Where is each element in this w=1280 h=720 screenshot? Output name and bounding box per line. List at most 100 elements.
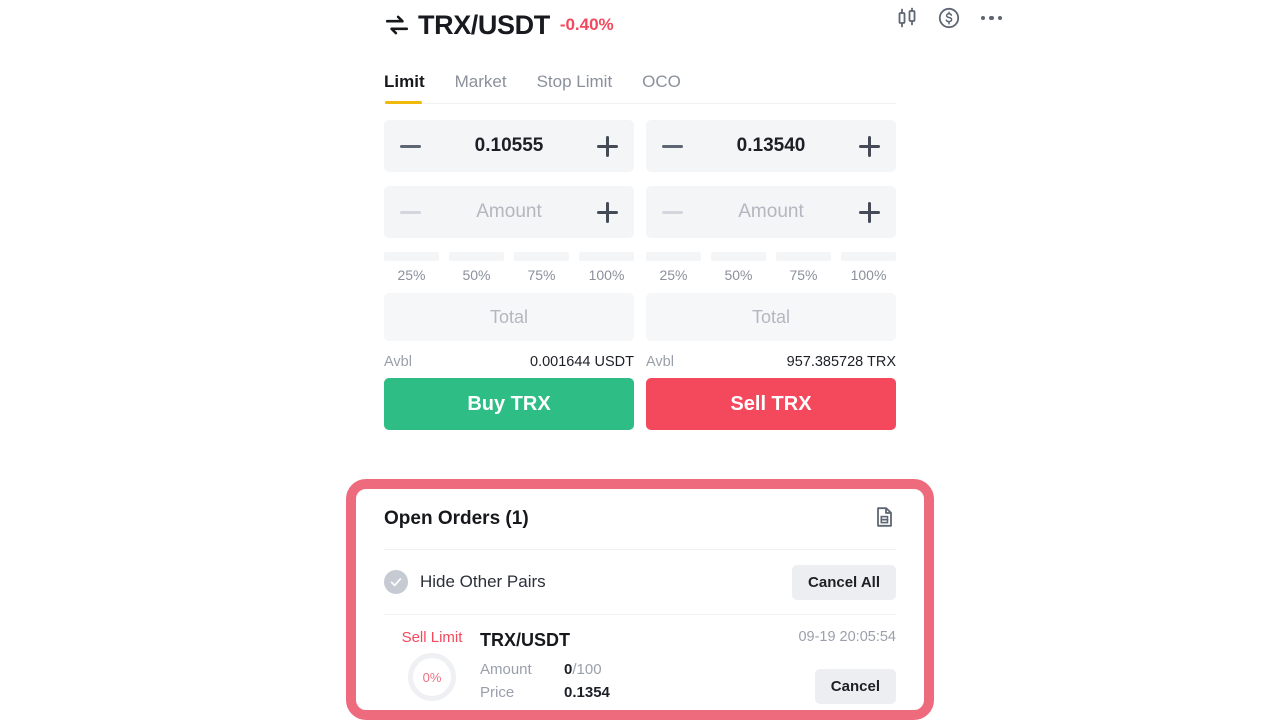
buy-percent-100-label: 100% — [588, 267, 625, 283]
sell-button[interactable]: Sell TRX — [646, 378, 896, 430]
buy-price-decrement-icon[interactable] — [400, 144, 421, 148]
order-side-column: Sell Limit 0% — [384, 629, 480, 701]
dollar-circle-icon[interactable] — [937, 6, 961, 30]
tab-stop-limit[interactable]: Stop Limit — [537, 72, 613, 103]
order-side-label: Sell Limit — [401, 629, 463, 646]
order-fill-percent: 0% — [422, 669, 442, 685]
buy-percent-50-label: 50% — [462, 267, 491, 283]
order-price-label: Price — [480, 684, 515, 701]
sell-amount-decrement-icon[interactable] — [662, 210, 683, 214]
buy-available-row: Avbl 0.001644 USDT — [384, 354, 634, 370]
tab-active-indicator — [385, 101, 422, 104]
pair-change-percent: -0.40% — [559, 15, 614, 34]
buy-percent-75-label: 75% — [527, 267, 556, 283]
open-orders-header: Open Orders (1) — [384, 489, 896, 549]
buy-amount-increment-icon[interactable] — [597, 201, 618, 223]
swap-arrows-icon[interactable] — [384, 12, 410, 38]
order-price-value: 0.1354 — [564, 684, 610, 701]
cancel-order-button[interactable]: Cancel — [814, 669, 896, 704]
order-amount-row: Amount 0/100 — [480, 658, 746, 681]
order-amount-label: Amount — [480, 661, 532, 678]
tab-market[interactable]: Market — [455, 72, 507, 103]
sell-amount-input[interactable]: Amount — [683, 201, 859, 223]
buy-amount-input[interactable]: Amount — [421, 201, 597, 223]
cancel-all-button[interactable]: Cancel All — [792, 564, 896, 600]
sell-percent-75[interactable]: 75% — [776, 252, 831, 283]
buy-price-value[interactable]: 0.10555 — [421, 135, 597, 157]
order-amount-total: /100 — [572, 661, 602, 678]
order-price-row: Price 0.1354 — [480, 681, 746, 704]
buy-amount-decrement-icon[interactable] — [400, 210, 421, 214]
buy-percent-100-bar — [579, 252, 634, 261]
buy-percent-25-label: 25% — [397, 267, 426, 283]
order-amount-value: 0/100 — [564, 658, 602, 681]
candlestick-chart-icon[interactable] — [895, 6, 919, 30]
open-orders-title: Open Orders (1) — [384, 508, 529, 529]
buy-available-value: 0.001644 USDT — [530, 354, 634, 370]
sell-percent-100-label: 100% — [850, 267, 887, 283]
order-timestamp: 09-19 20:05:54 — [798, 629, 896, 645]
hide-other-pairs-label: Hide Other Pairs — [420, 572, 546, 591]
buy-price-field[interactable]: 0.10555 — [384, 120, 634, 172]
sell-percent-50-label: 50% — [724, 267, 753, 283]
more-options-icon[interactable] — [979, 15, 1005, 21]
order-entry-stage: TRX/USDT -0.40% Limit Market Stop Limit … — [384, 0, 1002, 430]
order-type-tabs: Limit Market Stop Limit OCO — [384, 62, 896, 104]
tab-oco[interactable]: OCO — [642, 72, 681, 103]
tab-limit[interactable]: Limit — [384, 72, 425, 104]
sell-percent-25-label: 25% — [659, 267, 688, 283]
sell-percent-25-bar — [646, 252, 701, 261]
sell-percent-50-bar — [711, 252, 766, 261]
order-history-document-icon[interactable] — [872, 505, 896, 534]
order-form: 0.10555 Amount 25% 50% 75% 100% Total Av… — [384, 120, 896, 430]
buy-percent-100[interactable]: 100% — [579, 252, 634, 283]
sell-available-label: Avbl — [646, 354, 674, 370]
buy-available-label: Avbl — [384, 354, 412, 370]
open-orders-filter-row: Hide Other Pairs Cancel All — [384, 550, 896, 614]
sell-price-increment-icon[interactable] — [859, 135, 880, 157]
sell-percent-100-bar — [841, 252, 896, 261]
open-orders-panel: Open Orders (1) Hide Other Pairs Cancel … — [346, 479, 934, 720]
buy-percent-group: 25% 50% 75% 100% — [384, 252, 634, 283]
sell-column: 0.13540 Amount 25% 50% 75% 100% Total Av… — [646, 120, 896, 430]
order-details-column: TRX/USDT Amount 0/100 Price 0.1354 — [480, 629, 746, 704]
buy-price-increment-icon[interactable] — [597, 135, 618, 157]
sell-percent-50[interactable]: 50% — [711, 252, 766, 283]
sell-total-field[interactable]: Total — [646, 293, 896, 341]
sell-available-value: 957.385728 TRX — [786, 354, 896, 370]
open-orders-inner: Open Orders (1) Hide Other Pairs Cancel … — [356, 489, 924, 704]
order-fill-progress-ring: 0% — [408, 653, 456, 701]
buy-percent-75[interactable]: 75% — [514, 252, 569, 283]
hide-other-pairs-control[interactable]: Hide Other Pairs — [384, 570, 546, 594]
sell-percent-100[interactable]: 100% — [841, 252, 896, 283]
sell-price-value[interactable]: 0.13540 — [683, 135, 859, 157]
buy-button[interactable]: Buy TRX — [384, 378, 634, 430]
order-right-column: 09-19 20:05:54 Cancel — [746, 629, 896, 704]
buy-total-field[interactable]: Total — [384, 293, 634, 341]
order-symbol: TRX/USDT — [480, 630, 570, 650]
sell-amount-field[interactable]: Amount — [646, 186, 896, 238]
sell-percent-25[interactable]: 25% — [646, 252, 701, 283]
trading-page: TRX/USDT -0.40% Limit Market Stop Limit … — [0, 0, 1280, 720]
header-icon-group — [895, 6, 1005, 30]
sell-amount-increment-icon[interactable] — [859, 201, 880, 223]
open-order-row: Sell Limit 0% TRX/USDT Amount 0/100 Pric… — [384, 615, 896, 704]
pair-header: TRX/USDT -0.40% — [384, 0, 1002, 46]
buy-percent-25-bar — [384, 252, 439, 261]
pair-title[interactable]: TRX/USDT — [418, 10, 550, 41]
buy-percent-75-bar — [514, 252, 569, 261]
sell-percent-75-bar — [776, 252, 831, 261]
buy-percent-50[interactable]: 50% — [449, 252, 504, 283]
sell-price-decrement-icon[interactable] — [662, 144, 683, 148]
buy-column: 0.10555 Amount 25% 50% 75% 100% Total Av… — [384, 120, 634, 430]
open-order-content: Sell Limit 0% TRX/USDT Amount 0/100 Pric… — [384, 629, 896, 704]
tab-limit-label: Limit — [384, 72, 425, 91]
buy-amount-field[interactable]: Amount — [384, 186, 634, 238]
sell-price-field[interactable]: 0.13540 — [646, 120, 896, 172]
buy-percent-25[interactable]: 25% — [384, 252, 439, 283]
sell-percent-group: 25% 50% 75% 100% — [646, 252, 896, 283]
buy-percent-50-bar — [449, 252, 504, 261]
sell-available-row: Avbl 957.385728 TRX — [646, 354, 896, 370]
checkmark-icon[interactable] — [384, 570, 408, 594]
sell-percent-75-label: 75% — [789, 267, 818, 283]
